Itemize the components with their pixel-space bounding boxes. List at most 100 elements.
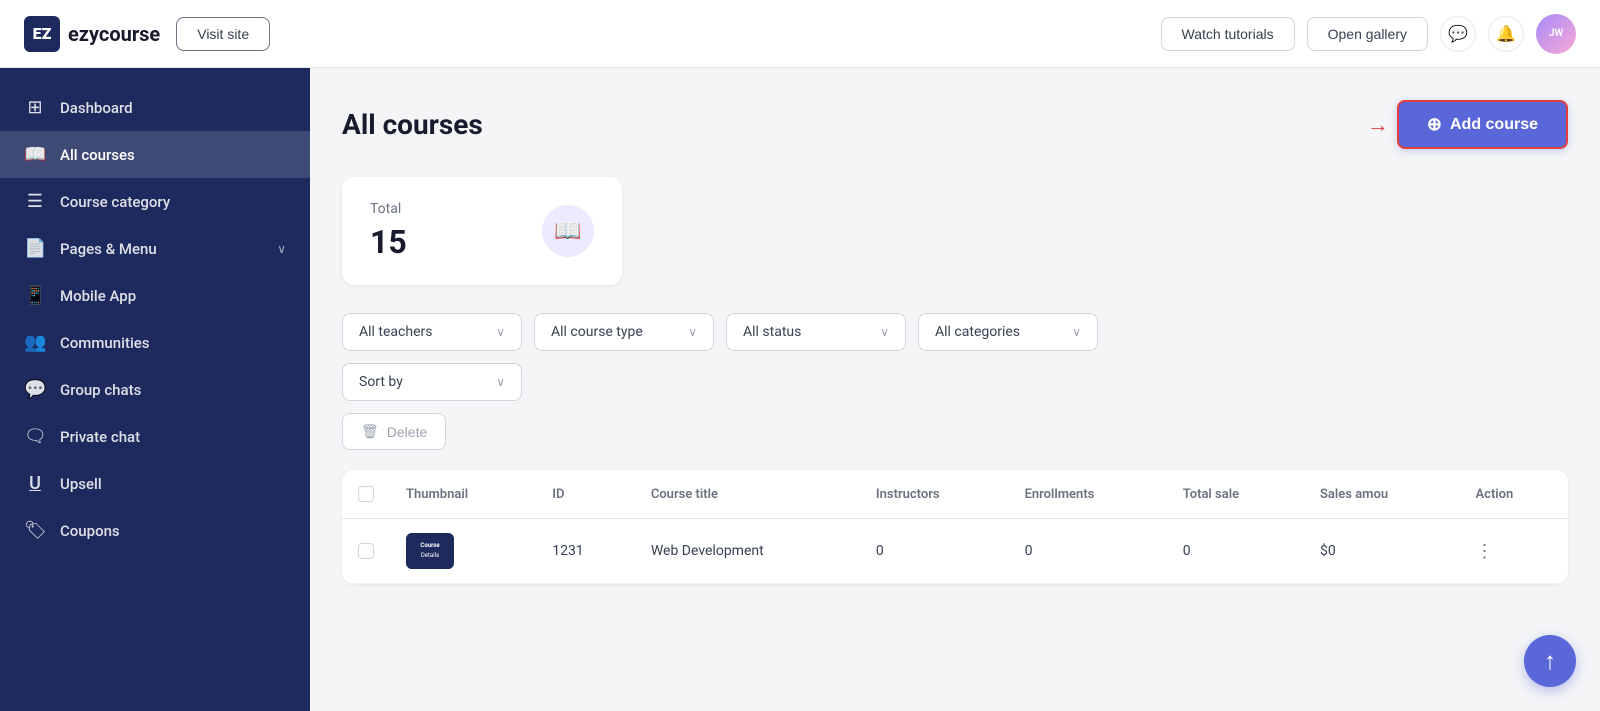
sidebar-item-mobile-app[interactable]: 📱 Mobile App xyxy=(0,272,310,319)
stats-icon: 📖 xyxy=(542,205,594,257)
sort-by-filter[interactable]: Sort by ∨ xyxy=(342,363,522,401)
row-action: ⋮ xyxy=(1459,519,1568,584)
thumbnail-placeholder-svg: Course Details xyxy=(406,533,454,569)
page-title: All courses xyxy=(342,108,483,141)
sidebar-item-label: Mobile App xyxy=(60,287,136,305)
chevron-down-icon: ∨ xyxy=(688,325,697,339)
upsell-icon: U xyxy=(24,473,46,494)
book-stats-icon: 📖 xyxy=(554,219,581,244)
row-enrollments: 0 xyxy=(1009,519,1167,584)
course-thumbnail: Course Details xyxy=(406,533,454,569)
chevron-down-icon: ∨ xyxy=(277,242,286,256)
group-chat-icon: 💬 xyxy=(24,379,46,400)
col-sales-amount: Sales amou xyxy=(1304,470,1460,519)
add-course-arrow: → xyxy=(1367,112,1389,138)
add-course-button[interactable]: ⊕ Add course xyxy=(1397,100,1568,149)
mobile-icon: 📱 xyxy=(24,285,46,306)
delete-button[interactable]: 🗑 Delete xyxy=(342,413,446,450)
svg-text:Details: Details xyxy=(421,552,439,559)
all-status-filter[interactable]: All status ∨ xyxy=(726,313,906,351)
chevron-down-icon: ∨ xyxy=(880,325,889,339)
user-avatar[interactable]: JW xyxy=(1536,14,1576,54)
chevron-down-icon: ∨ xyxy=(496,325,505,339)
dashboard-icon: ⊞ xyxy=(24,97,46,118)
stats-value: 15 xyxy=(370,223,407,261)
sidebar-item-group-chats[interactable]: 💬 Group chats xyxy=(0,366,310,413)
table-header-row: Thumbnail ID Course title Instructors En… xyxy=(342,470,1568,519)
app-layout: ⊞ Dashboard 📖 All courses ← ☰ Course cat… xyxy=(0,68,1600,711)
sidebar-item-upsell[interactable]: U Upsell xyxy=(0,460,310,507)
topbar-right: Watch tutorials Open gallery 💬 🔔 JW xyxy=(1161,14,1576,54)
row-checkbox-cell xyxy=(342,519,390,584)
stats-info: Total 15 xyxy=(370,201,407,261)
private-chat-icon: 🗨 xyxy=(24,426,46,447)
bell-icon: 🔔 xyxy=(1496,24,1516,43)
sidebar-item-label: Dashboard xyxy=(60,99,133,117)
watch-tutorials-button[interactable]: Watch tutorials xyxy=(1161,17,1295,51)
fab-button[interactable]: ↑ xyxy=(1524,635,1576,687)
table-row: Course Details 1231 Web Development 0 0 … xyxy=(342,519,1568,584)
row-course-title: Web Development xyxy=(635,519,860,584)
sidebar-item-dashboard[interactable]: ⊞ Dashboard xyxy=(0,84,310,131)
sidebar-item-all-courses[interactable]: 📖 All courses ← xyxy=(0,131,310,178)
topbar: EZ ezycourse Visit site Watch tutorials … xyxy=(0,0,1600,68)
row-sales-amount: $0 xyxy=(1304,519,1460,584)
sidebar-item-communities[interactable]: 👥 Communities xyxy=(0,319,310,366)
logo: EZ ezycourse xyxy=(24,16,160,52)
topbar-left: EZ ezycourse Visit site xyxy=(24,16,270,52)
sidebar-item-label: All courses xyxy=(60,146,135,164)
sidebar-item-coupons[interactable]: 🏷 Coupons xyxy=(0,507,310,554)
sidebar-item-pages-menu[interactable]: 📄 Pages & Menu ∨ xyxy=(0,225,310,272)
filters-row-1: All teachers ∨ All course type ∨ All sta… xyxy=(342,313,1568,351)
sidebar-item-label: Coupons xyxy=(60,522,120,540)
row-action-button[interactable]: ⋮ xyxy=(1475,541,1493,562)
row-checkbox[interactable] xyxy=(358,543,374,559)
sidebar-item-private-chat[interactable]: 🗨 Private chat xyxy=(0,413,310,460)
page-header: All courses → ⊕ Add course xyxy=(342,100,1568,149)
select-all-checkbox[interactable] xyxy=(358,486,374,502)
logo-icon: EZ xyxy=(24,16,60,52)
notification-bell-button[interactable]: 🔔 xyxy=(1488,16,1524,52)
open-gallery-button[interactable]: Open gallery xyxy=(1307,17,1428,51)
col-instructors: Instructors xyxy=(860,470,1009,519)
col-total-sale: Total sale xyxy=(1167,470,1304,519)
col-course-title: Course title xyxy=(635,470,860,519)
sidebar-item-label: Upsell xyxy=(60,475,102,493)
col-action: Action xyxy=(1459,470,1568,519)
visit-site-button[interactable]: Visit site xyxy=(176,17,270,51)
col-id: ID xyxy=(536,470,635,519)
all-course-type-filter[interactable]: All course type ∨ xyxy=(534,313,714,351)
trash-icon: 🗑 xyxy=(361,423,379,440)
pages-icon: 📄 xyxy=(24,238,46,259)
row-total-sale: 0 xyxy=(1167,519,1304,584)
stats-card: Total 15 📖 xyxy=(342,177,622,285)
chevron-down-icon: ∨ xyxy=(1072,325,1081,339)
logo-text: ezycourse xyxy=(68,22,160,46)
header-right: → ⊕ Add course xyxy=(1397,100,1568,149)
all-categories-filter[interactable]: All categories ∨ xyxy=(918,313,1098,351)
filters-row-2: Sort by ∨ xyxy=(342,363,1568,401)
chevron-down-icon: ∨ xyxy=(496,375,505,389)
select-all-header xyxy=(342,470,390,519)
all-teachers-filter[interactable]: All teachers ∨ xyxy=(342,313,522,351)
stats-label: Total xyxy=(370,201,407,217)
col-thumbnail: Thumbnail xyxy=(390,470,536,519)
plus-circle-icon: ⊕ xyxy=(1427,114,1442,135)
coupons-icon: 🏷 xyxy=(24,520,46,541)
sidebar-item-label: Communities xyxy=(60,334,150,352)
category-icon: ☰ xyxy=(24,191,46,212)
sidebar-item-label: Group chats xyxy=(60,381,141,399)
svg-text:Course: Course xyxy=(420,542,440,549)
chat-icon: 💬 xyxy=(1448,24,1468,43)
row-instructors: 0 xyxy=(860,519,1009,584)
sidebar-item-course-category[interactable]: ☰ Course category xyxy=(0,178,310,225)
sidebar-item-label: Course category xyxy=(60,193,170,211)
sidebar-item-label: Private chat xyxy=(60,428,140,446)
fab-icon: ↑ xyxy=(1544,647,1556,676)
chat-icon-button[interactable]: 💬 xyxy=(1440,16,1476,52)
main-content: All courses → ⊕ Add course Total 15 📖 Al xyxy=(310,68,1600,711)
col-enrollments: Enrollments xyxy=(1009,470,1167,519)
communities-icon: 👥 xyxy=(24,332,46,353)
row-id: 1231 xyxy=(536,519,635,584)
sidebar-item-label: Pages & Menu xyxy=(60,240,157,258)
